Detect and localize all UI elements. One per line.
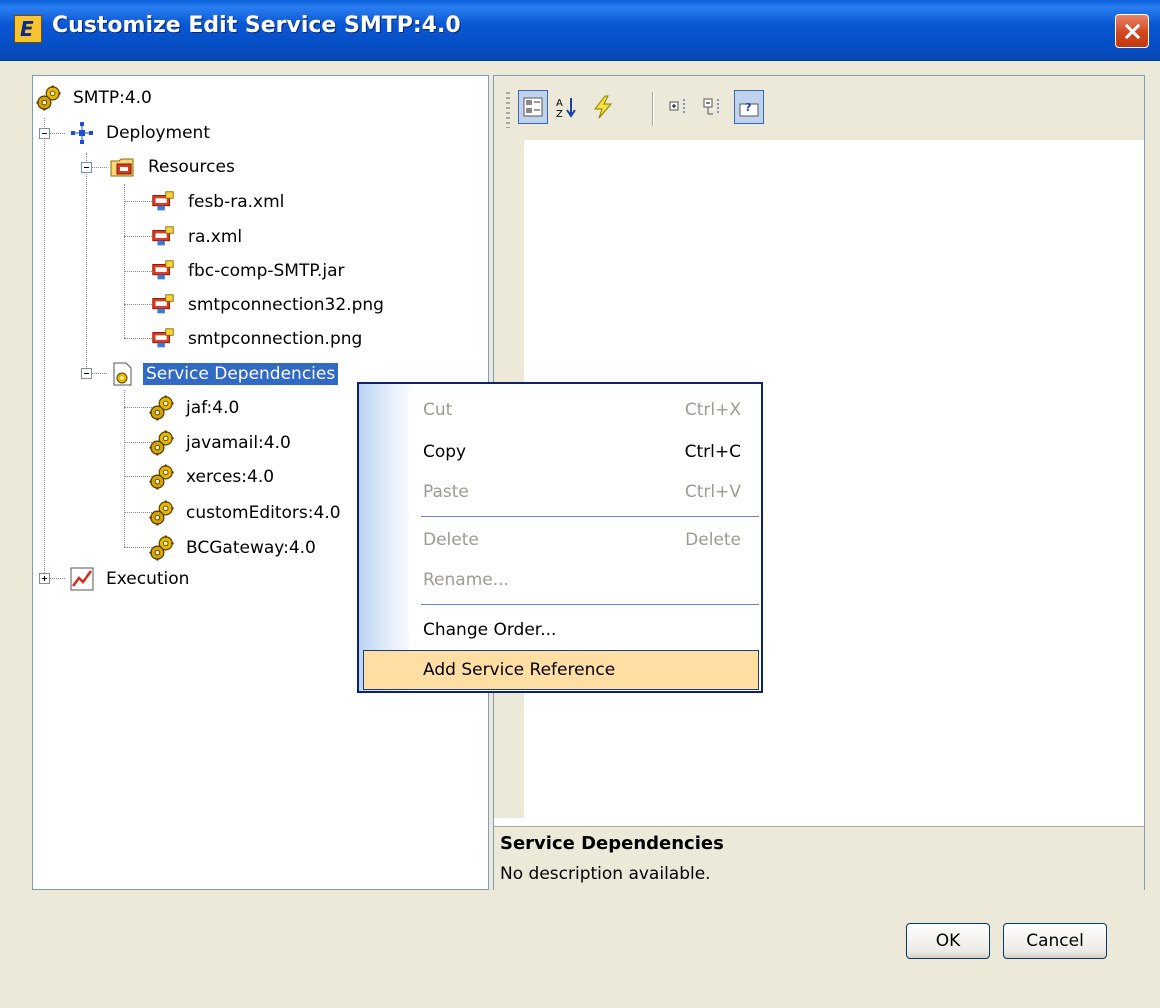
tree-node-label: BCGateway:4.0 (186, 538, 316, 558)
menu-item-shortcut: Delete (685, 530, 741, 550)
tree-node-dependency[interactable]: jaf:4.0 (149, 394, 242, 422)
menu-item-shortcut: Ctrl+C (684, 442, 741, 462)
tree-node-resource-file[interactable]: fbc-comp-SMTP.jar (149, 257, 347, 285)
tree-node-label: smtpconnection.png (188, 329, 363, 349)
title-bar: Customize Edit Service SMTP:4.0 (0, 0, 1160, 61)
tree-node-label: ra.xml (188, 227, 243, 247)
alphabetical-icon[interactable]: AZ (552, 90, 582, 124)
close-button[interactable] (1115, 14, 1149, 48)
events-icon[interactable] (588, 90, 618, 124)
categorized-icon[interactable] (518, 90, 548, 124)
tree-node-dependency[interactable]: BCGateway:4.0 (149, 534, 319, 562)
svg-text:?: ? (745, 101, 751, 114)
svg-text:Z: Z (556, 109, 563, 119)
expand-execution-icon[interactable] (39, 573, 50, 584)
menu-item-shortcut: Ctrl+V (684, 482, 741, 502)
resource-file-icon (149, 326, 177, 352)
folder-icon (110, 158, 134, 177)
menu-item-label: Delete (423, 530, 479, 550)
menu-item-paste[interactable]: Paste Ctrl+V (409, 472, 759, 512)
context-menu: Cut Ctrl+X Copy Ctrl+C Paste Ctrl+V Dele… (357, 382, 763, 693)
tree-node-label: customEditors:4.0 (186, 503, 341, 523)
svg-text:A: A (556, 98, 563, 109)
property-toolbar: AZ ? (494, 76, 1144, 140)
gear-icon (36, 85, 62, 111)
gear-icon (149, 395, 175, 421)
tree-node-resource-file[interactable]: fesb-ra.xml (149, 188, 287, 216)
menu-item-shortcut: Ctrl+X (684, 400, 741, 420)
tree-node-dependency[interactable]: customEditors:4.0 (149, 499, 344, 527)
tree-node-service-dependencies[interactable]: Service Dependencies (109, 360, 339, 388)
collapse-deployment-icon[interactable] (39, 128, 50, 139)
tree-node-label: Service Dependencies (143, 363, 339, 385)
tree-node-deployment[interactable]: Deployment (69, 119, 213, 147)
gear-icon (149, 500, 175, 526)
menu-item-cut[interactable]: Cut Ctrl+X (409, 390, 759, 430)
tree-node-label: Resources (148, 157, 235, 177)
tree-node-label: javamail:4.0 (186, 433, 291, 453)
gear-icon (149, 464, 175, 490)
collapse-icon[interactable] (698, 90, 728, 124)
menu-item-add-service-reference[interactable]: Add Service Reference (363, 650, 759, 690)
collapse-service-dependencies-icon[interactable] (81, 368, 92, 379)
menu-item-label: Paste (423, 482, 469, 502)
tree-node-resources[interactable]: Resources (109, 153, 238, 181)
tree-node-resource-file[interactable]: smtpconnection32.png (149, 291, 387, 319)
menu-separator (421, 604, 759, 605)
tree-node-resource-file[interactable]: smtpconnection.png (149, 325, 365, 353)
description-title: Service Dependencies (500, 833, 724, 854)
menu-item-label: Cut (423, 400, 453, 420)
execution-icon (70, 567, 94, 591)
gear-icon (149, 430, 175, 456)
expand-icon[interactable] (664, 90, 694, 124)
tree-node-label: SMTP:4.0 (73, 88, 152, 108)
gear-icon (149, 535, 175, 561)
menu-item-delete[interactable]: Delete Delete (409, 520, 759, 560)
toolbar-separator (652, 92, 654, 126)
description-text: No description available. (500, 864, 711, 884)
tree-node-label: xerces:4.0 (186, 467, 275, 487)
tree-node-execution[interactable]: Execution (69, 565, 192, 593)
e-logo-icon (14, 15, 42, 43)
menu-item-label: Add Service Reference (423, 660, 616, 680)
tree-node-label: Execution (106, 569, 190, 589)
menu-item-copy[interactable]: Copy Ctrl+C (409, 432, 759, 472)
toolbar-grip-icon[interactable] (506, 92, 510, 128)
menu-separator (421, 516, 759, 517)
menu-item-rename[interactable]: Rename... (409, 560, 759, 600)
ok-button[interactable]: OK (906, 923, 990, 959)
tree-node-smtp[interactable]: SMTP:4.0 (36, 84, 155, 112)
description-area: Service Dependencies No description avai… (494, 826, 1144, 891)
context-menu-gradient-strip (359, 384, 409, 691)
tree-node-label: jaf:4.0 (186, 398, 240, 418)
tree-node-dependency[interactable]: javamail:4.0 (149, 429, 294, 457)
resource-file-icon (149, 258, 177, 284)
deployment-icon (71, 122, 93, 144)
collapse-resources-icon[interactable] (81, 162, 92, 173)
tree-node-resource-file[interactable]: ra.xml (149, 223, 245, 251)
menu-item-change-order[interactable]: Change Order... (409, 610, 759, 650)
cancel-button[interactable]: Cancel (1003, 923, 1107, 959)
tree-node-label: fesb-ra.xml (188, 192, 285, 212)
menu-item-label: Change Order... (423, 620, 557, 640)
resource-file-icon (149, 292, 177, 318)
help-icon[interactable]: ? (734, 90, 764, 124)
tree-node-label: Deployment (106, 123, 210, 143)
dependencies-icon (113, 362, 132, 386)
menu-item-label: Copy (423, 442, 467, 462)
window-title: Customize Edit Service SMTP:4.0 (52, 13, 461, 38)
resource-file-icon (149, 189, 177, 215)
resource-file-icon (149, 224, 177, 250)
tree-node-label: fbc-comp-SMTP.jar (188, 261, 345, 281)
tree-node-dependency[interactable]: xerces:4.0 (149, 463, 277, 491)
menu-item-label: Rename... (423, 570, 509, 590)
tree-node-label: smtpconnection32.png (188, 295, 384, 315)
